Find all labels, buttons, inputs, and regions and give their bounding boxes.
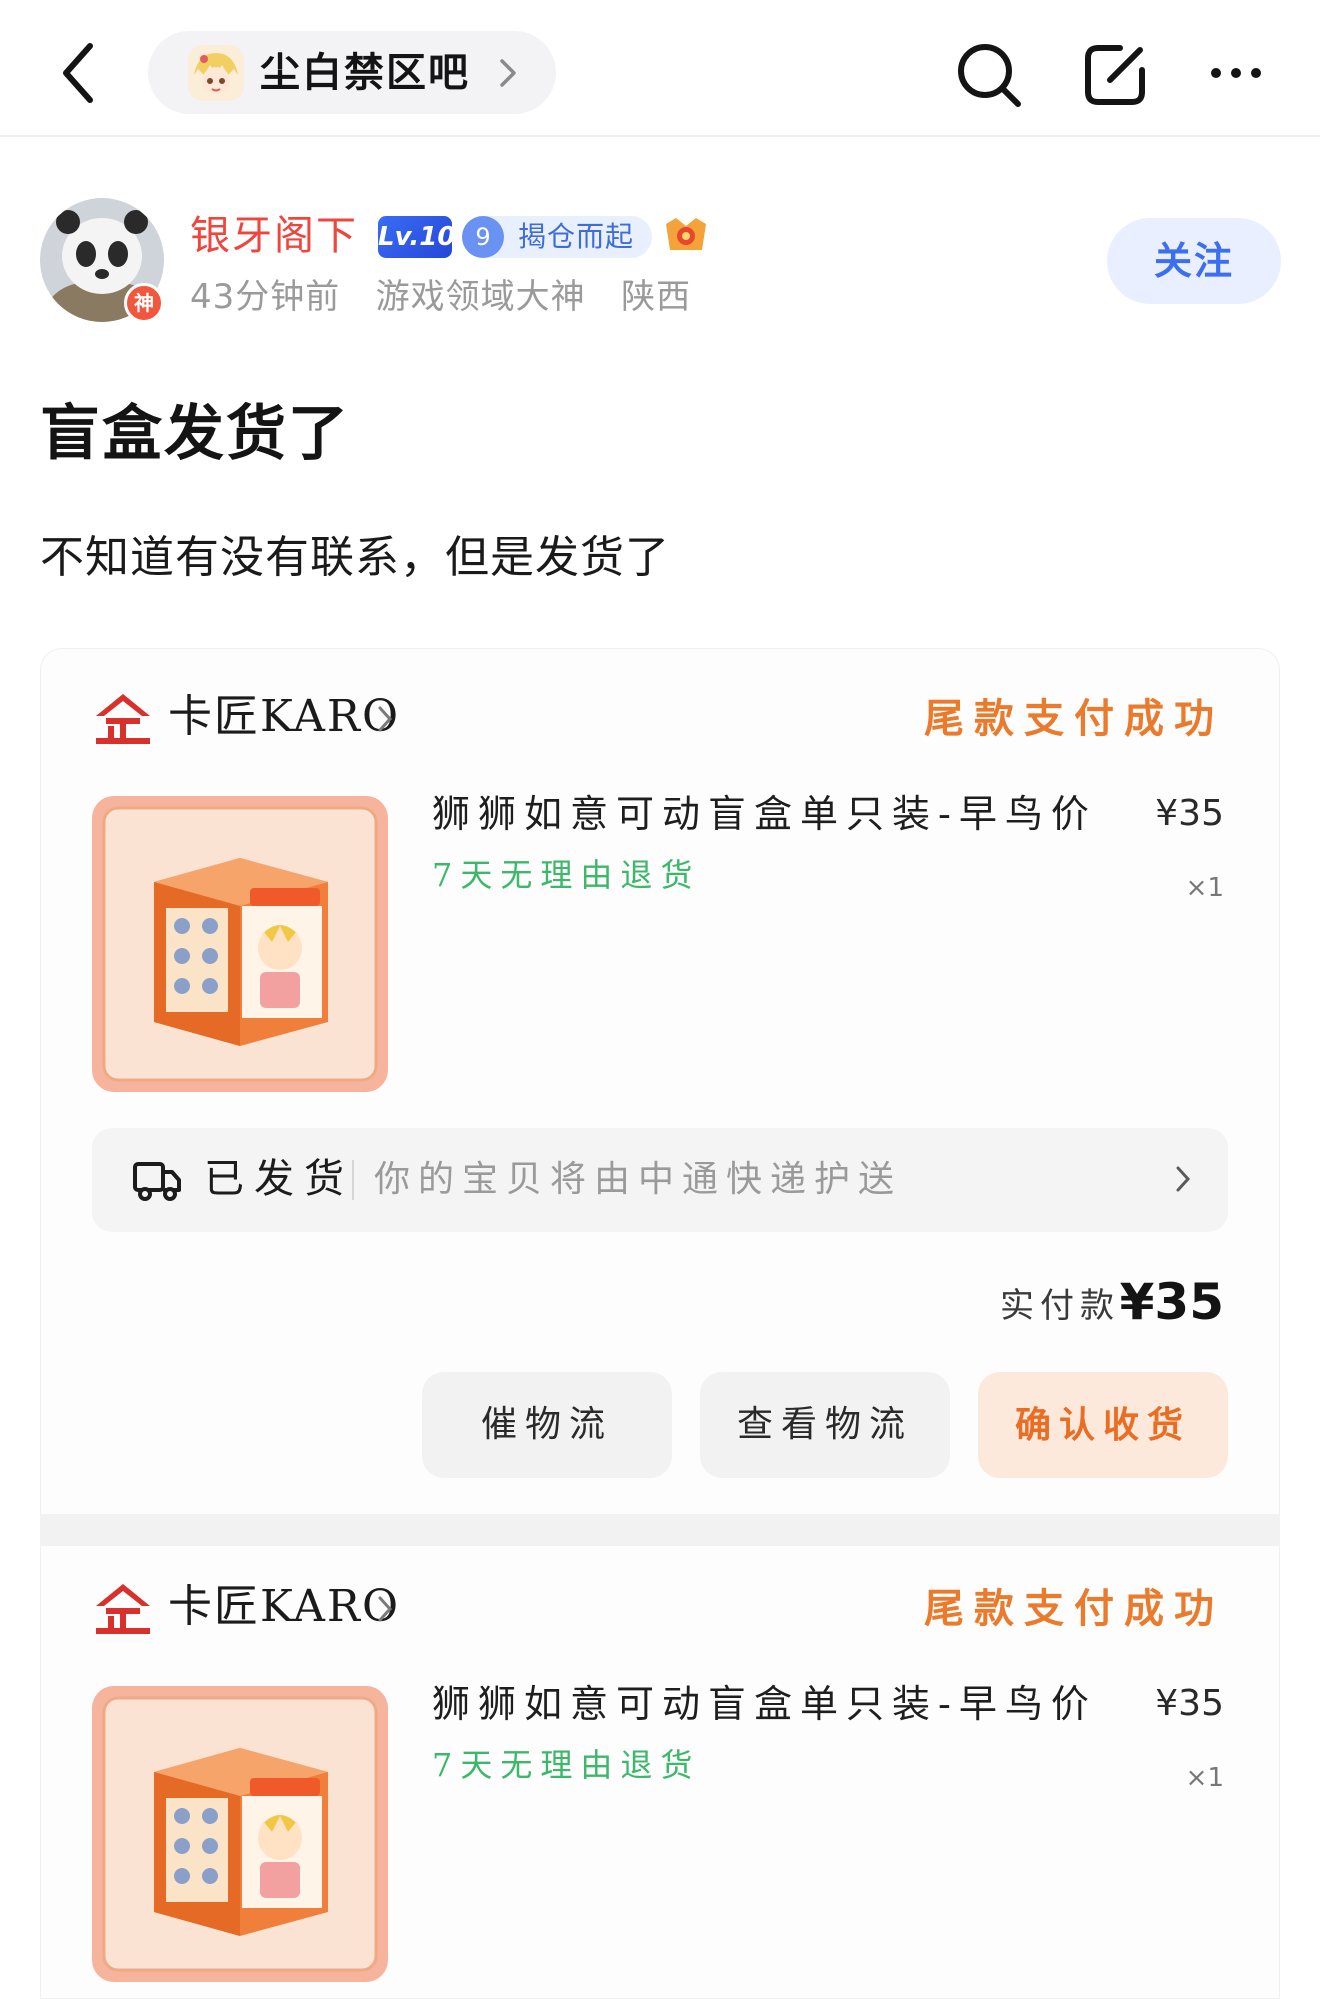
product-title: 狮狮如意可动盲盒单只装-早鸟价 — [432, 1682, 1097, 1726]
edit-icon[interactable] — [1080, 40, 1150, 110]
member-level-number: 9 — [462, 216, 504, 258]
product-image — [92, 1686, 388, 1982]
honor-badge-icon — [662, 214, 710, 258]
payment-status: 尾款支付成功 — [924, 1585, 1224, 1632]
chevron-right-icon — [376, 1594, 394, 1624]
order-screenshot-image[interactable]: 卡匠KARO 尾款支付成功 狮狮如意可动盲盒单只装-早鸟价 7天无理由退货 ¥3… — [40, 648, 1280, 1999]
member-title: 揭仓而起 — [518, 220, 635, 253]
return-policy-tag: 7天无理由退货 — [432, 1746, 701, 1784]
shop-logo-icon — [92, 692, 154, 746]
chevron-right-icon — [376, 704, 394, 734]
product-quantity: ×1 — [1185, 1763, 1224, 1793]
shipping-description: 你的宝贝将由中通快递护送 — [374, 1159, 903, 1200]
search-icon[interactable] — [954, 40, 1024, 110]
chevron-right-icon — [494, 55, 520, 91]
author-name[interactable]: 银牙阁下 — [190, 212, 358, 260]
shop-logo-icon — [92, 1582, 154, 1636]
forum-name: 尘白禁区吧 — [260, 50, 470, 96]
paid-amount: ¥35 — [1119, 1273, 1224, 1331]
urge-logistics-button[interactable]: 催物流 — [422, 1372, 672, 1478]
product-quantity: ×1 — [1185, 873, 1224, 903]
follow-button[interactable]: 关注 — [1107, 218, 1281, 304]
paid-label: 实付款 — [1000, 1286, 1120, 1326]
forum-entry-button[interactable]: 尘白禁区吧 — [148, 31, 556, 114]
forum-avatar — [188, 45, 244, 101]
product-price: ¥35 — [1155, 793, 1224, 834]
level-badge: Lv.10 — [378, 216, 455, 258]
order-separator — [40, 1514, 1280, 1546]
view-logistics-button[interactable]: 查看物流 — [700, 1372, 950, 1478]
back-icon[interactable] — [54, 38, 104, 108]
more-icon[interactable] — [1208, 48, 1264, 98]
post-body: 不知道有没有联系，但是发货了 — [40, 532, 670, 583]
confirm-receipt-button[interactable]: 确认收货 — [978, 1372, 1228, 1478]
payment-status: 尾款支付成功 — [924, 695, 1224, 742]
god-badge: 神 — [124, 283, 164, 323]
shop-name: 卡匠KARO — [168, 691, 401, 742]
post-meta: 43分钟前 游戏领域大神 陕西 — [190, 277, 692, 317]
chevron-right-icon — [1174, 1164, 1192, 1194]
shipping-status: 已发货 — [204, 1156, 354, 1202]
product-price: ¥35 — [1155, 1683, 1224, 1724]
product-image — [92, 796, 388, 1092]
divider — [352, 1160, 354, 1200]
member-title-badge: 9 揭仓而起 — [462, 216, 652, 258]
logistics-bar[interactable]: 已发货 你的宝贝将由中通快递护送 — [92, 1128, 1228, 1232]
top-navigation-bar: 尘白禁区吧 — [0, 0, 1320, 137]
truck-icon — [132, 1158, 182, 1202]
product-title: 狮狮如意可动盲盒单只装-早鸟价 — [432, 792, 1097, 836]
post-title: 盲盒发货了 — [40, 399, 350, 469]
return-policy-tag: 7天无理由退货 — [432, 856, 701, 894]
shop-name: 卡匠KARO — [168, 1581, 401, 1632]
